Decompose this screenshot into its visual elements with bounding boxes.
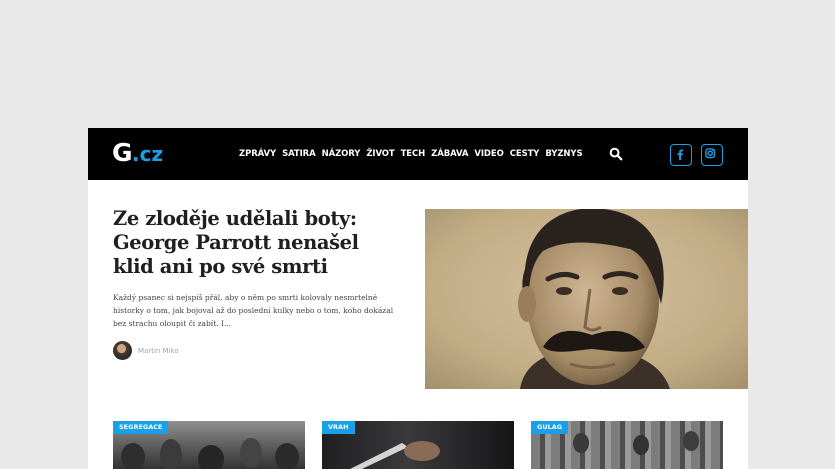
facebook-icon[interactable] [670,144,692,166]
nav-item-nazory[interactable]: NÁZORY [322,147,361,161]
card-category-tag[interactable]: SEGREGACE [113,421,169,434]
instagram-glyph [705,148,716,159]
nav-item-satira[interactable]: SATIRA [282,147,316,161]
author-avatar [113,341,132,360]
card-category-tag[interactable]: VRAH [322,421,355,434]
search-icon[interactable] [609,147,623,161]
facebook-glyph [677,149,684,161]
hero-article-excerpt: Každý psanec si nejspíš přál, aby o něm … [113,293,394,328]
site-container: G .cz ZPRÁVY SATIRA NÁZORY ŽIVOT TECH ZÁ… [88,128,748,469]
card-category-tag[interactable]: GULAG [531,421,569,434]
hero-article-image[interactable] [425,209,748,389]
author-name: Martin Miko [138,346,179,355]
hero-article-author[interactable]: Martin Miko [113,341,179,360]
portrait-photo [425,209,748,389]
nav-item-video[interactable]: VIDEO [474,147,503,161]
site-logo[interactable]: G .cz [112,138,163,168]
logo-domain: .cz [132,142,164,166]
nav-item-byznys[interactable]: BYZNYS [545,147,582,161]
nav-item-zpravy[interactable]: ZPRÁVY [239,147,276,161]
instagram-icon[interactable] [701,144,723,166]
article-card-gulag[interactable]: GULAG [531,421,723,469]
nav-item-zabava[interactable]: ZÁBAVA [431,147,468,161]
site-header: G .cz ZPRÁVY SATIRA NÁZORY ŽIVOT TECH ZÁ… [88,128,748,180]
article-card-vrah[interactable]: VRAH [322,421,514,469]
nav-item-tech[interactable]: TECH [401,147,426,161]
nav-item-zivot[interactable]: ŽIVOT [366,147,394,161]
nav-item-cesty[interactable]: CESTY [510,147,540,161]
logo-letter: G [112,138,133,167]
hero-article-title[interactable]: Ze zloděje udělali boty: George Parrott … [113,207,403,279]
main-nav: ZPRÁVY SATIRA NÁZORY ŽIVOT TECH ZÁBAVA V… [239,147,583,161]
article-card-segregace[interactable]: SEGREGACE [113,421,305,469]
